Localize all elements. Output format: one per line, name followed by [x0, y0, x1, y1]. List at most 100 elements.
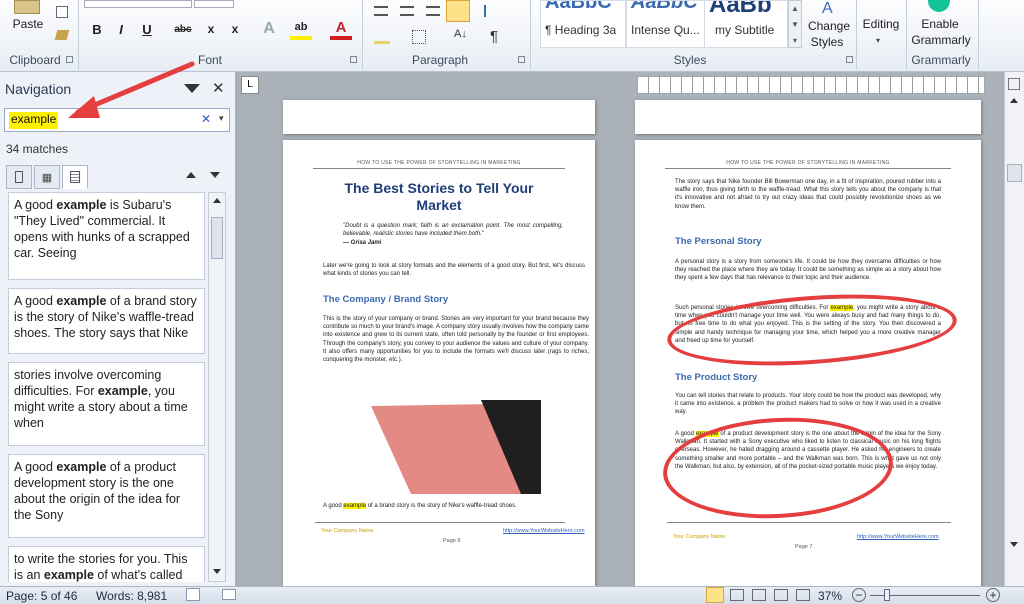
- document-scrollbar[interactable]: [1004, 72, 1024, 586]
- annotation-arrow: [68, 61, 195, 118]
- style-sample-text: AaBbC: [631, 0, 698, 13]
- sort-icon[interactable]: A↓: [454, 28, 467, 40]
- enable-grammarly-line2[interactable]: Grammarly: [906, 32, 976, 48]
- document-area[interactable]: L HOW TO USE THE POWER OF STORYTELLING I…: [237, 72, 1004, 586]
- previous-result-icon[interactable]: [186, 172, 196, 178]
- search-result-item[interactable]: A good example of a brand story is the s…: [8, 288, 205, 354]
- subscript-button[interactable]: x: [200, 18, 222, 40]
- search-result-item[interactable]: A good example is Subaru's "They Lived" …: [8, 192, 205, 280]
- zoom-level[interactable]: 37%: [818, 589, 842, 603]
- editing-dropdown-icon[interactable]: ▾: [876, 36, 880, 45]
- scroll-up-icon[interactable]: [1010, 98, 1018, 103]
- style-heading3a[interactable]: AaBbC ¶ Heading 3a: [540, 0, 626, 48]
- ruler-toggle-icon[interactable]: L: [241, 76, 259, 94]
- paragraph-group-label: Paragraph: [411, 53, 469, 67]
- intro-paragraph: Later we're going to look at story forma…: [323, 263, 585, 278]
- font-size-box[interactable]: [194, 0, 234, 8]
- search-value: example: [9, 112, 59, 129]
- style-label: Intense Qu...: [631, 23, 700, 37]
- bold-button[interactable]: B: [86, 18, 108, 40]
- style-intense-quote[interactable]: AaBbC Intense Qu...: [626, 0, 712, 48]
- word-count[interactable]: Words: 8,981: [96, 589, 167, 603]
- full-screen-reading-icon[interactable]: [730, 589, 744, 601]
- section-heading: The Personal Story: [675, 236, 762, 247]
- tab-results[interactable]: [62, 165, 88, 189]
- scroll-thumb[interactable]: [211, 217, 223, 259]
- enable-grammarly-line1[interactable]: Enable: [910, 16, 970, 32]
- page-quote: "Doubt is a question mark; faith is an e…: [343, 223, 563, 238]
- change-styles-line1[interactable]: Change: [804, 18, 854, 34]
- pilcrow-button[interactable]: ¶: [490, 28, 498, 45]
- zoom-out-icon[interactable]: −: [852, 588, 866, 602]
- style-label: ¶ Heading 3a: [545, 23, 617, 37]
- style-label: my Subtitle: [715, 23, 775, 37]
- style-my-subtitle[interactable]: AaBb my Subtitle: [704, 0, 788, 48]
- search-result-item[interactable]: A good example of a product development …: [8, 454, 205, 538]
- outline-icon[interactable]: [774, 589, 788, 601]
- scroll-down-icon[interactable]: [213, 569, 221, 574]
- search-result-item[interactable]: stories involve overcoming difficulties.…: [8, 362, 205, 446]
- underline-button[interactable]: U: [136, 18, 158, 40]
- footer-company: Your Company Name: [321, 528, 374, 534]
- print-layout-icon[interactable]: [706, 587, 724, 603]
- ruler-view-icon[interactable]: [1008, 78, 1020, 90]
- paragraph-2: A personal story is a story from someone…: [675, 259, 941, 282]
- paste-icon[interactable]: [14, 0, 40, 14]
- clear-search-icon[interactable]: ✕: [201, 112, 211, 126]
- tab-headings[interactable]: [6, 165, 32, 189]
- search-results-list: A good example is Subaru's "They Lived" …: [8, 192, 208, 582]
- next-result-icon[interactable]: [210, 172, 220, 178]
- tab-pages[interactable]: ▦: [34, 165, 60, 189]
- results-scrollbar[interactable]: [208, 192, 226, 582]
- paragraph-1: The story says that Nike founder Bill Bo…: [675, 179, 941, 210]
- change-styles-icon[interactable]: A: [822, 0, 833, 18]
- scroll-up-icon[interactable]: [213, 198, 221, 203]
- text-effects-button[interactable]: A: [258, 18, 280, 40]
- style-sample-text: AaBb: [709, 0, 772, 18]
- zoom-in-icon[interactable]: +: [986, 588, 1000, 602]
- strikethrough-button[interactable]: abc: [172, 18, 194, 40]
- page-count[interactable]: Page: 5 of 46: [6, 589, 77, 603]
- close-icon[interactable]: ✕: [212, 79, 225, 97]
- paste-button[interactable]: Paste: [8, 16, 48, 32]
- paragraph-launcher-icon[interactable]: [518, 56, 525, 63]
- search-result-item[interactable]: to write the stories for you. This is an…: [8, 546, 205, 582]
- draft-icon[interactable]: [796, 589, 810, 601]
- editing-button[interactable]: Editing: [858, 16, 904, 32]
- font-launcher-icon[interactable]: [350, 56, 357, 63]
- grammarly-icon[interactable]: [928, 0, 950, 12]
- results-icon: [70, 171, 80, 183]
- superscript-button[interactable]: x: [224, 18, 246, 40]
- footer-url: http://www.YourWebsiteHere.com: [503, 528, 585, 534]
- horizontal-ruler[interactable]: [637, 76, 985, 94]
- align-left-icon[interactable]: [374, 6, 388, 16]
- copy-icon[interactable]: [56, 6, 68, 18]
- footer-page-number: Page 7: [795, 544, 813, 550]
- align-center-icon[interactable]: [400, 6, 414, 16]
- highlight-color-button[interactable]: ab: [290, 18, 312, 40]
- font-name-box[interactable]: [84, 0, 192, 8]
- footer-page-number: Page 6: [443, 538, 461, 544]
- styles-launcher-icon[interactable]: [846, 56, 853, 63]
- shading-icon[interactable]: [374, 30, 390, 44]
- scroll-thumb[interactable]: [1007, 164, 1022, 182]
- previous-page-right: [635, 100, 981, 134]
- zoom-slider-thumb[interactable]: [884, 589, 890, 601]
- page-header: HOW TO USE THE POWER OF STORYTELLING IN …: [313, 160, 565, 169]
- change-styles-line2[interactable]: Styles: [802, 34, 852, 50]
- justify-button[interactable]: [446, 0, 470, 22]
- scroll-down-icon[interactable]: [1010, 542, 1018, 547]
- proofing-icon[interactable]: [186, 588, 200, 601]
- format-painter-icon[interactable]: [54, 30, 70, 40]
- styles-scroll[interactable]: ▲ ▼ ▾: [788, 0, 802, 48]
- web-layout-icon[interactable]: [752, 589, 766, 601]
- align-right-icon[interactable]: [426, 6, 440, 16]
- font-color-button[interactable]: A: [330, 18, 352, 40]
- line-spacing-icon[interactable]: [484, 5, 500, 17]
- search-dropdown-icon[interactable]: ▾: [219, 113, 224, 124]
- borders-icon[interactable]: [412, 30, 426, 44]
- italic-button[interactable]: I: [110, 18, 132, 40]
- page-title: The Best Stories to Tell Your Market: [344, 180, 534, 213]
- footer-company: Your Company Name: [673, 534, 726, 540]
- macro-icon[interactable]: [222, 589, 236, 600]
